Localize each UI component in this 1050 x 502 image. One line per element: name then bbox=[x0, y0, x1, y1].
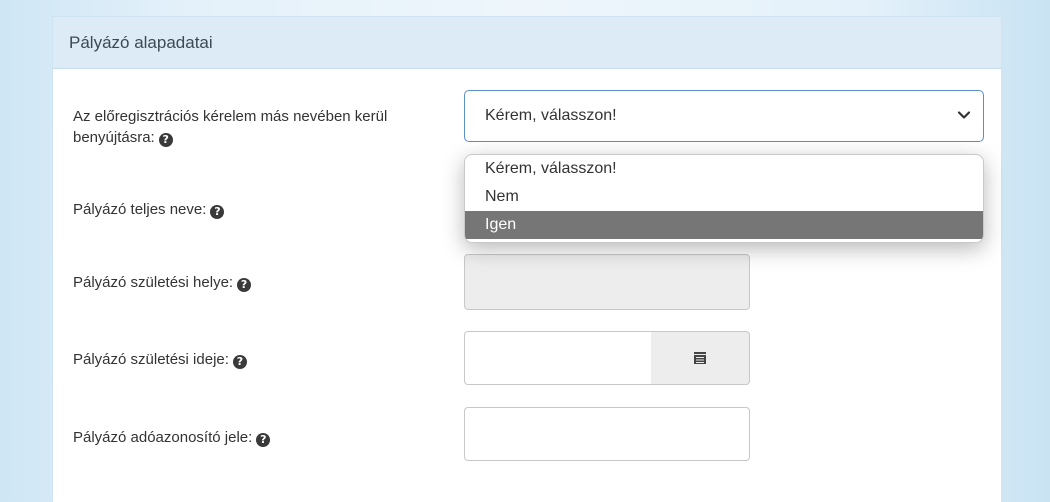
panel-title: Pályázó alapadatai bbox=[69, 32, 213, 52]
field-label-text: Pályázó adóazonosító jele: bbox=[73, 429, 253, 446]
field-label-full-name: Pályázó teljes neve:? bbox=[73, 199, 225, 220]
question-circle-icon[interactable]: ? bbox=[210, 205, 225, 219]
birth-date-input[interactable] bbox=[464, 331, 652, 385]
field-label-birth-date: Pályázó születési ideje:? bbox=[73, 349, 247, 370]
applicant-basic-data-panel: Pályázó alapadatai Az előregisztrációs k… bbox=[52, 16, 1002, 502]
option-yes[interactable]: Igen bbox=[465, 211, 983, 239]
question-circle-icon[interactable]: ? bbox=[232, 355, 247, 369]
panel-header: Pályázó alapadatai bbox=[53, 17, 1001, 69]
calendar-icon bbox=[694, 352, 706, 364]
birth-place-input[interactable] bbox=[464, 254, 750, 310]
field-label-text: Pályázó születési ideje: bbox=[73, 351, 229, 368]
field-label-text: Pályázó teljes neve: bbox=[73, 201, 207, 218]
question-circle-icon[interactable]: ? bbox=[256, 433, 271, 447]
chevron-down-icon bbox=[957, 111, 971, 119]
field-label-text: Pályázó születési helye: bbox=[73, 274, 234, 291]
question-circle-icon[interactable]: ? bbox=[237, 278, 252, 292]
field-label-birth-place: Pályázó születési helye:? bbox=[73, 272, 252, 293]
tax-id-input[interactable] bbox=[464, 407, 750, 461]
option-no[interactable]: Nem bbox=[465, 183, 983, 211]
option-please-select[interactable]: Kérem, válasszon! bbox=[465, 155, 983, 183]
on-behalf-select[interactable]: Kérem, válasszon! bbox=[464, 90, 984, 142]
select-dropdown-list: Kérem, válasszon! Nem Igen bbox=[464, 154, 984, 243]
field-label-on-behalf: Az előregisztrációs kérelem más nevében … bbox=[73, 106, 443, 148]
select-value: Kérem, válasszon! bbox=[485, 107, 617, 124]
field-label-tax-id: Pályázó adóazonosító jele:? bbox=[73, 427, 271, 448]
calendar-button[interactable] bbox=[651, 331, 750, 385]
question-circle-icon[interactable]: ? bbox=[158, 133, 173, 147]
field-label-text: Az előregisztrációs kérelem más nevében … bbox=[73, 108, 388, 146]
